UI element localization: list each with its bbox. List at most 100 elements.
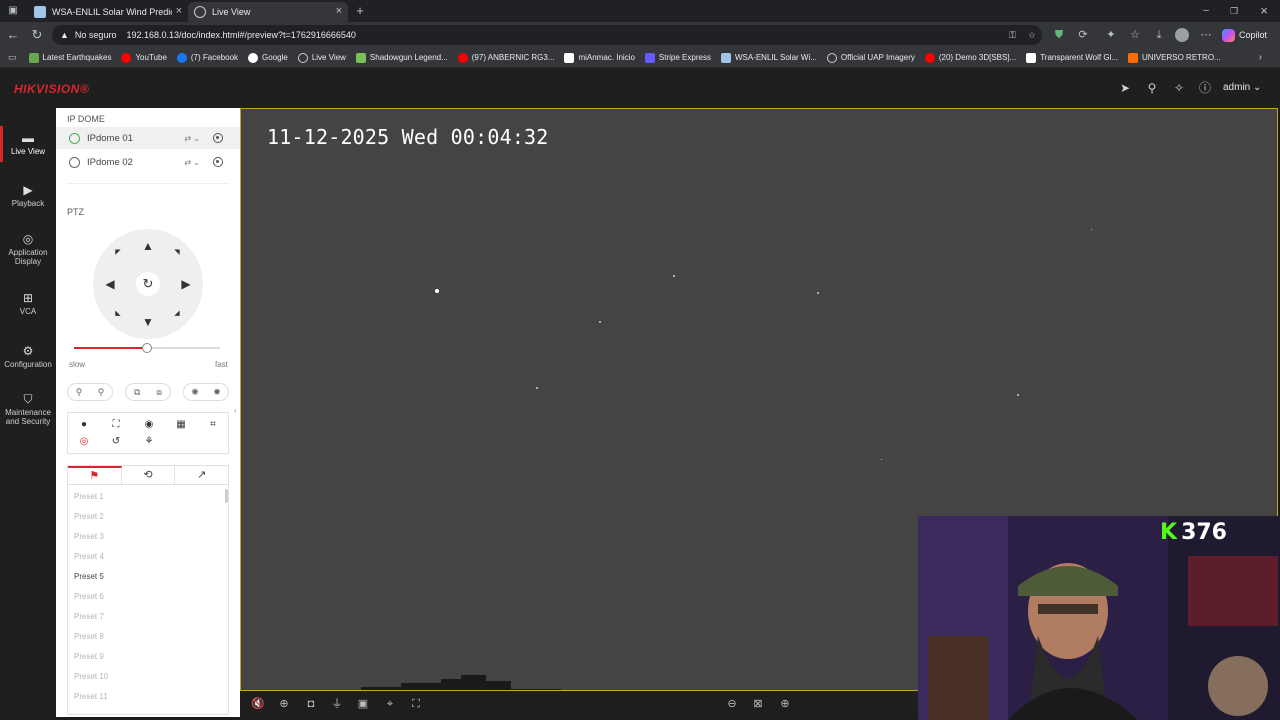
browser-tab-live-view[interactable]: Live View × [188,2,348,22]
digital-zoom-icon[interactable]: ⊕ [277,697,291,711]
chevron-right-icon[interactable]: › [1259,52,1262,63]
grid-icon[interactable]: ▦ [174,418,188,432]
more-menu-icon[interactable]: ⋯ [1199,28,1213,42]
ptz-control-icon[interactable]: ⇄ ⌄ [184,158,200,167]
stop-icon[interactable]: ⊠ [751,697,765,711]
bookmark-item[interactable]: miAnmac. Inicio [564,52,635,63]
nav-live-view[interactable]: ▬ Live View [0,126,56,162]
arrow-left-icon[interactable]: ◀ [103,277,117,291]
close-window-icon[interactable]: × [1256,3,1272,19]
arrow-right-icon[interactable]: ▶ [179,277,193,291]
address-bar[interactable]: ▲ No seguro 192.168.0.13/doc/index.html#… [52,25,1042,45]
tab-patrols[interactable]: ⟲ [122,466,176,484]
slider-thumb[interactable] [142,343,152,353]
list-item[interactable]: Preset 7 [74,612,104,621]
wiper-icon[interactable]: ⚘ [142,435,156,449]
minimize-icon[interactable]: – [1198,3,1214,19]
tab-presets[interactable]: ⚑ [68,466,122,484]
bookmark-item[interactable]: UNIVERSO RETRO... [1128,52,1221,63]
tab-patterns[interactable]: ↗ [175,466,228,484]
reload-icon[interactable]: ↻ [29,27,45,43]
profile-avatar[interactable] [1175,28,1189,42]
new-tab-icon[interactable]: + [352,3,368,19]
nav-vca[interactable]: ⊞ VCA [0,292,56,316]
list-item[interactable]: Preset 8 [74,632,104,641]
regional-exposure-icon[interactable]: ◎ [77,435,91,449]
list-item[interactable]: Preset 5 [74,572,104,581]
bookmark-item[interactable]: YouTube [121,52,167,63]
arrow-up-icon[interactable]: ▲ [141,239,155,253]
regional-focus-icon[interactable]: ⌗ [206,418,220,432]
iris-close-icon[interactable]: ✹ [213,387,221,398]
nav-application-display[interactable]: ◎ Application Display [0,233,56,266]
puzzle-icon[interactable]: ✧ [1172,81,1186,95]
close-tab-icon[interactable]: × [176,5,182,17]
track-icon[interactable]: ◉ [142,418,156,432]
device-item[interactable]: IPdome 02 ⇄ ⌄ [56,151,240,173]
sidebar-toggle-icon[interactable]: ▭ [8,52,17,63]
arrow-up-right-icon[interactable]: ◥ [172,248,182,256]
focus-near-icon[interactable]: ⧉ [134,387,140,398]
bookmark-item[interactable]: WSA-ENLIL Solar Wi... [720,52,817,63]
bookmark-item[interactable]: (97) ANBERNIC RG3... [457,52,554,63]
copilot-button[interactable]: Copilot [1222,25,1276,45]
list-item[interactable]: Preset 6 [74,592,104,601]
bookmark-item[interactable]: Stripe Express [644,52,711,63]
bookmark-item[interactable]: Official UAP Imagery [826,52,915,63]
record-icon[interactable] [213,133,223,143]
capture-icon[interactable]: ◘ [304,697,318,711]
nav-configuration[interactable]: ⚙ Configuration [0,345,56,369]
bookmark-item[interactable]: (7) Facebook [176,52,238,63]
auto-scan-icon[interactable]: ↻ [136,272,160,296]
record-clip-icon[interactable]: ▣ [356,697,370,711]
favorites-icon[interactable]: ☆ [1128,28,1142,42]
collapse-panel-icon[interactable]: ‹ [234,406,237,415]
previous-icon[interactable]: ⊖ [725,697,739,711]
zoom-out-icon[interactable]: ⚲ [76,387,83,398]
downloads-icon[interactable]: ⤓ [1152,28,1166,42]
info-icon[interactable]: ⓘ [1198,81,1212,95]
arrow-down-right-icon[interactable]: ◢ [172,309,182,317]
list-item[interactable]: Preset 11 [74,692,108,701]
list-item[interactable]: Preset 9 [74,652,104,661]
zoom-in-icon[interactable]: ⚲ [98,387,105,398]
next-icon[interactable]: ⊕ [778,697,792,711]
scrollbar[interactable] [225,489,228,503]
extension-sync-icon[interactable]: ⟳ [1076,28,1090,42]
bookmark-item[interactable]: (20) Demo 3D[SBS]... [924,52,1016,63]
audio-icon[interactable]: 🔇 [251,697,265,711]
record-icon[interactable] [213,157,223,167]
focus-far-icon[interactable]: ⧈ [156,387,162,398]
bookmark-item[interactable]: Shadowgun Legend... [355,52,448,63]
key-icon[interactable]: ⚿ [1009,30,1016,41]
bookmark-item[interactable]: Latest Earthquakes [28,52,111,63]
microphone-icon[interactable]: ⏚ [330,697,344,711]
maximize-icon[interactable]: ❐ [1226,3,1242,19]
focus-frame-icon[interactable]: ⛶ [109,418,123,432]
arrow-up-left-icon[interactable]: ◤ [113,248,123,256]
list-item[interactable]: Preset 4 [74,552,104,561]
extension-shield-icon[interactable]: ⛊ [1052,28,1066,42]
3d-positioning-icon[interactable]: ⌖ [383,697,397,711]
nav-playback[interactable]: ▶ Playback [0,184,56,208]
list-item[interactable]: Preset 2 [74,512,104,521]
iris-open-icon[interactable]: ✺ [191,387,199,398]
device-item[interactable]: IPdome 01 ⇄ ⌄ [56,127,240,149]
arrow-down-left-icon[interactable]: ◣ [113,309,123,317]
ptz-control-icon[interactable]: ⇄ ⌄ [184,134,200,143]
send-icon[interactable]: ➤ [1118,81,1132,95]
park-icon[interactable]: ↺ [109,435,123,449]
bookmark-item[interactable]: Google [248,52,288,63]
list-item[interactable]: Preset 1 [74,492,104,501]
extensions-icon[interactable]: ✦ [1104,28,1118,42]
fullscreen-area-icon[interactable]: ⛶ [409,697,423,711]
browser-tab-wsa[interactable]: WSA-ENLIL Solar Wind Prediction × [28,2,188,22]
user-menu[interactable]: admin ⌄ [1223,82,1261,93]
close-tab-icon[interactable]: × [336,5,342,17]
arrow-down-icon[interactable]: ▼ [141,315,155,329]
list-item[interactable]: Preset 3 [74,532,104,541]
tab-actions-icon[interactable]: ▣ [5,3,21,19]
light-icon[interactable]: ● [77,418,91,432]
ptz-speed-slider[interactable] [74,343,220,353]
bookmark-star-icon[interactable]: ☆ [1028,30,1036,41]
